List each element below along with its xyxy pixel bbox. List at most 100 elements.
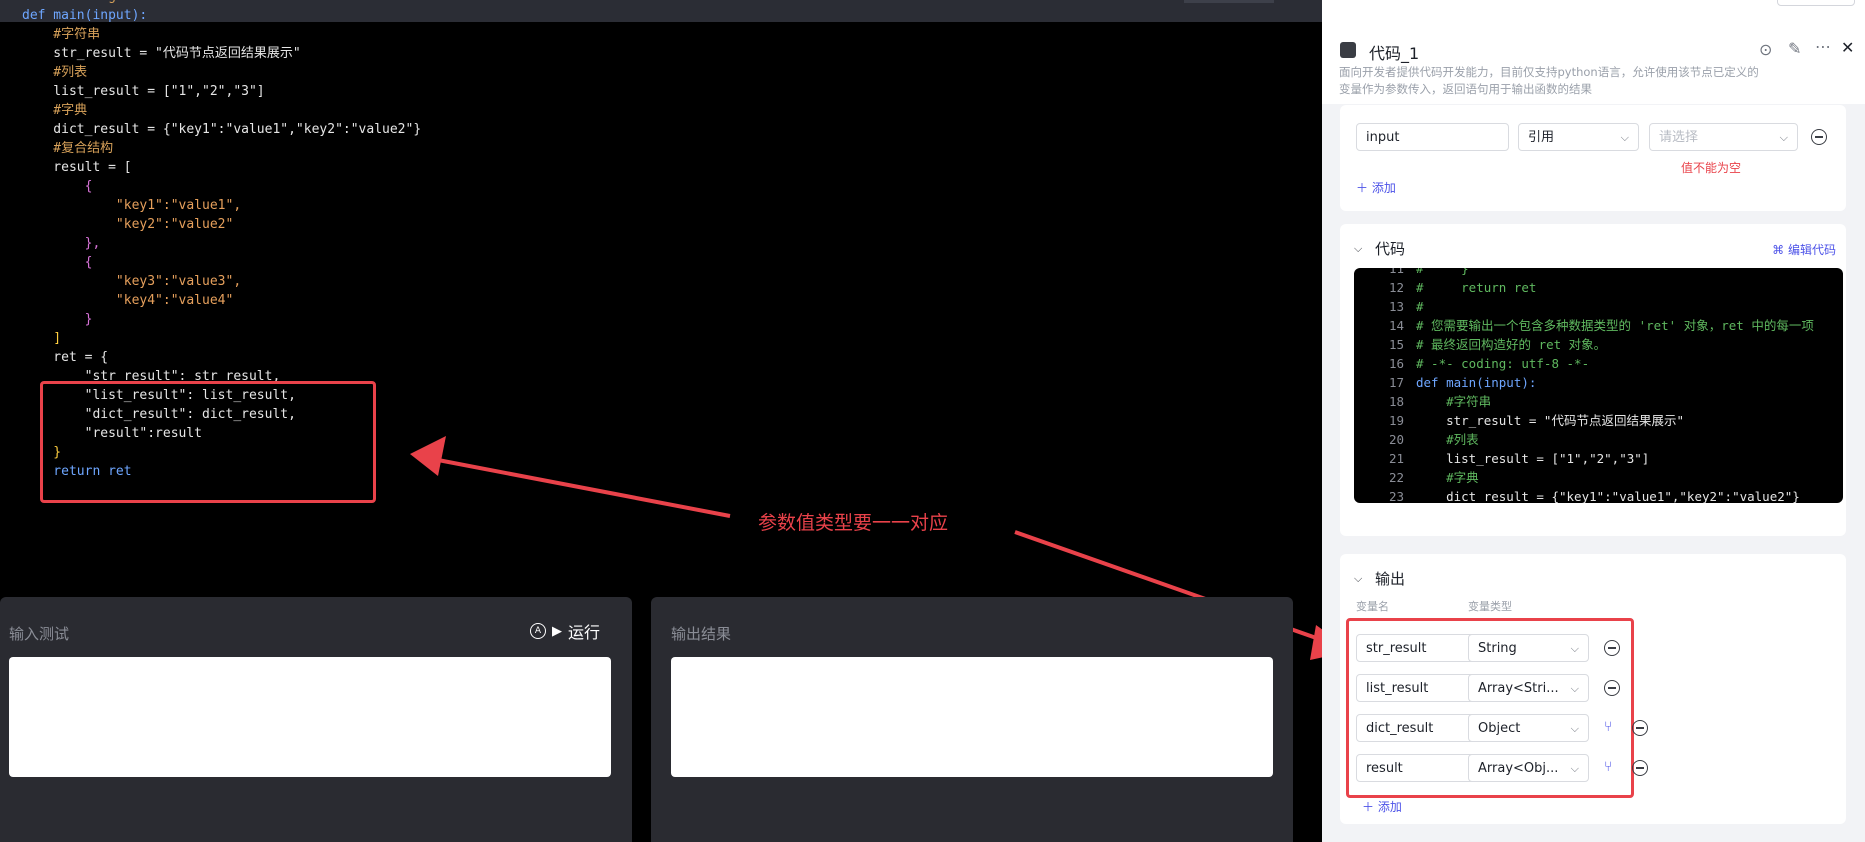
edit-code-button[interactable]: ⌘ 编辑代码 xyxy=(1772,241,1836,258)
line-number: 16 xyxy=(1388,356,1404,371)
input-params-card: input 引用 ⌵ 请选择 ⌵ 值不能为空 ＋ 添加 xyxy=(1340,105,1846,211)
code-preview-line: # 最终返回构造好的 ret 对象。 xyxy=(1416,337,1607,352)
line-number: 14 xyxy=(1388,318,1404,333)
node-header: 代码_1 ⊙ ✎ ⋯ ✕ 面向开发者提供代码开发能力，目前仅支持python语言… xyxy=(1322,24,1865,104)
node-description: 面向开发者提供代码开发能力，目前仅支持python语言，允许使用该节点已定义的变… xyxy=(1339,65,1759,96)
code-preview-line: #字符串 xyxy=(1416,394,1492,409)
output-type-select[interactable]: String ⌵ xyxy=(1468,634,1589,662)
ai-icon[interactable]: A xyxy=(530,623,546,639)
plus-icon: ＋ xyxy=(1362,800,1375,814)
chevron-down-icon: ⌵ xyxy=(1570,722,1579,735)
line-number: 23 xyxy=(1388,489,1404,503)
code-preview[interactable]: 11 # } 12 # return ret 13 #14 # 您需要输出一个包含多种数据类… xyxy=(1354,268,1843,503)
run-node-icon[interactable]: ⊙ xyxy=(1759,40,1772,59)
input-test-panel: 输入测试 A ▶ 运行 xyxy=(0,597,632,842)
input-value-placeholder: 请选择 xyxy=(1659,130,1699,145)
output-type-value: Array<Obj... xyxy=(1478,761,1559,776)
add-output-button[interactable]: ＋ 添加 xyxy=(1362,798,1402,815)
output-type-select[interactable]: Object ⌵ xyxy=(1468,714,1589,742)
line-number: 17 xyxy=(1388,375,1404,390)
code-preview-line: # xyxy=(1416,299,1424,314)
chevron-down-icon: ⌵ xyxy=(1779,131,1788,144)
remove-input-icon[interactable] xyxy=(1811,129,1827,145)
output-section-card: ⌵ 输出 变量名 变量类型 ＋ 添加 str_result String ⌵ list… xyxy=(1340,554,1846,824)
output-type-value: String xyxy=(1478,641,1517,656)
chevron-down-icon: ⌵ xyxy=(1570,762,1579,775)
line-number: 20 xyxy=(1388,432,1404,447)
code-preview-line: # 您需要输出一个包含多种数据类型的 'ret' 对象，ret 中的每一项 xyxy=(1416,318,1814,333)
line-number: 19 xyxy=(1388,413,1404,428)
input-source-select[interactable]: 引用 ⌵ xyxy=(1518,123,1639,151)
output-name-field[interactable]: list_result xyxy=(1356,674,1477,702)
code-preview-line: # -*- coding: utf-8 -*- xyxy=(1416,356,1590,371)
run-label: 运行 xyxy=(568,623,601,642)
edit-icon[interactable]: ✎ xyxy=(1788,39,1801,58)
line-number: 12 xyxy=(1388,280,1404,295)
output-name-field[interactable]: str_result xyxy=(1356,634,1477,662)
input-name-field[interactable]: input xyxy=(1356,123,1509,151)
chevron-down-icon: ⌵ xyxy=(1570,682,1579,695)
line-number: 21 xyxy=(1388,451,1404,466)
line-number: 22 xyxy=(1388,470,1404,485)
output-type-select[interactable]: Array<Stri... ⌵ xyxy=(1468,674,1589,702)
line-number: 15 xyxy=(1388,337,1404,352)
output-name-field[interactable]: dict_result xyxy=(1356,714,1477,742)
add-input-button[interactable]: ＋ 添加 xyxy=(1356,179,1396,196)
input-value-select[interactable]: 请选择 ⌵ xyxy=(1649,123,1798,151)
column-name-label: 变量名 xyxy=(1356,600,1389,613)
add-child-icon[interactable]: ⑂ xyxy=(1604,719,1612,735)
chevron-down-icon: ⌵ xyxy=(1620,131,1629,144)
annotation-arrows xyxy=(410,436,731,518)
remove-output-icon[interactable] xyxy=(1632,720,1648,736)
add-child-icon[interactable]: ⑂ xyxy=(1604,759,1612,775)
plus-icon: ＋ xyxy=(1356,181,1369,195)
add-output-label: 添加 xyxy=(1377,800,1402,814)
more-icon[interactable]: ⋯ xyxy=(1815,37,1831,56)
output-result-box xyxy=(671,657,1273,777)
side-top-bar xyxy=(1322,0,1865,25)
output-result-panel: 输出结果 xyxy=(651,597,1293,842)
input-test-box[interactable] xyxy=(9,657,611,777)
node-config-panel: 代码_1 ⊙ ✎ ⋯ ✕ 面向开发者提供代码开发能力，目前仅支持python语言… xyxy=(1322,0,1865,842)
line-number: 18 xyxy=(1388,394,1404,409)
line-number: 13 xyxy=(1388,299,1404,314)
code-preview-line: str_result = "代码节点返回结果展示" xyxy=(1416,413,1684,428)
edit-code-label: 编辑代码 xyxy=(1787,243,1836,257)
output-type-select[interactable]: Array<Obj... ⌵ xyxy=(1468,754,1589,782)
code-preview-line: def main(input): xyxy=(1416,375,1537,390)
remove-output-icon[interactable] xyxy=(1604,680,1620,696)
code-preview-line: #列表 xyxy=(1416,432,1479,447)
remove-output-icon[interactable] xyxy=(1604,640,1620,656)
output-name-field[interactable]: result xyxy=(1356,754,1477,782)
annotation-text: 参数值类型要一一对应 xyxy=(758,512,949,534)
input-error-text: 值不能为空 xyxy=(1681,161,1742,175)
input-test-title: 输入测试 xyxy=(9,625,70,643)
remove-output-icon[interactable] xyxy=(1632,760,1648,776)
code-preview-line: list_result = ["1","2","3"] xyxy=(1416,451,1650,466)
code-preview-line: # } xyxy=(1416,268,1469,276)
code-section-title: 代码 xyxy=(1375,240,1406,258)
play-icon: ▶ xyxy=(552,623,562,639)
line-number: 11 xyxy=(1388,268,1404,276)
output-section-title: 输出 xyxy=(1375,570,1406,588)
output-result-title: 输出结果 xyxy=(671,625,732,643)
code-preview-line: #字典 xyxy=(1416,470,1479,485)
input-source-value: 引用 xyxy=(1528,130,1555,145)
code-editor[interactable]: # -*- coding: utf-8 -*-def main(input): … xyxy=(0,0,1322,598)
output-type-value: Array<Stri... xyxy=(1478,681,1559,696)
node-title[interactable]: 代码_1 xyxy=(1369,40,1419,64)
run-button[interactable]: A ▶ 运行 xyxy=(530,619,600,643)
code-icon: ⌘ xyxy=(1772,243,1785,257)
chevron-down-icon: ⌵ xyxy=(1570,642,1579,655)
code-node-icon xyxy=(1340,42,1356,58)
add-input-label: 添加 xyxy=(1371,181,1396,195)
collapse-caret-icon[interactable]: ⌵ xyxy=(1354,572,1362,586)
column-type-label: 变量类型 xyxy=(1468,600,1512,613)
close-icon[interactable]: ✕ xyxy=(1841,38,1854,57)
code-preview-line: dict_result = {"key1":"value1","key2":"v… xyxy=(1416,489,1800,503)
code-preview-line: # return ret xyxy=(1416,280,1537,295)
collapse-caret-icon[interactable]: ⌵ xyxy=(1354,242,1362,256)
top-pill-button[interactable] xyxy=(1777,0,1855,6)
output-type-value: Object xyxy=(1478,721,1521,736)
code-section-card: ⌵ 代码 ⌘ 编辑代码 11 # } 12 # return ret 13 #14 # 您需… xyxy=(1340,224,1846,536)
